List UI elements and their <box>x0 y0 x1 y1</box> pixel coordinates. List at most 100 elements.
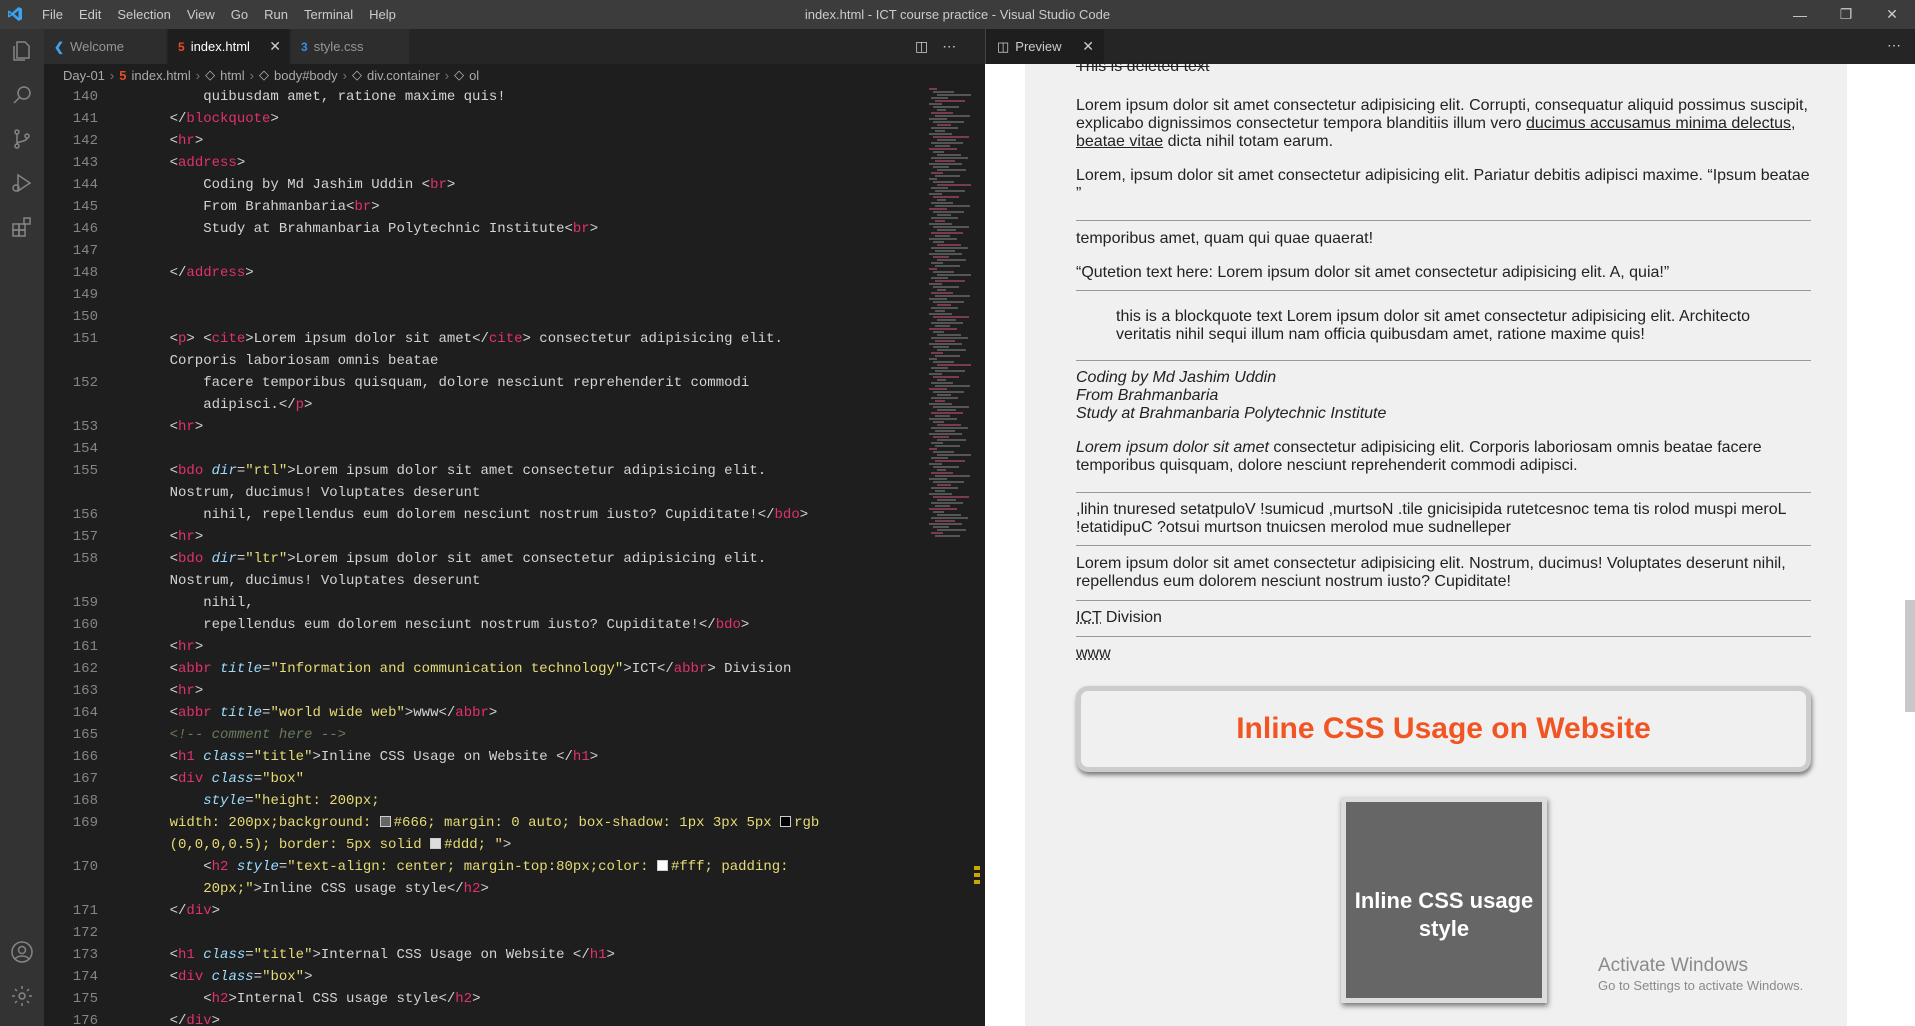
activation-watermark: Activate Windows Go to Settings to activ… <box>1598 955 1804 993</box>
breadcrumb-file[interactable]: index.html <box>132 68 191 83</box>
minimap-line <box>933 136 969 138</box>
tab-index-html[interactable]: 5 index.html ✕ <box>168 29 290 64</box>
minimap-line <box>931 532 943 534</box>
minimap-line <box>935 445 960 447</box>
account-icon[interactable] <box>0 930 44 974</box>
minimap-line <box>929 193 942 195</box>
minimap-line <box>933 211 964 213</box>
extensions-icon[interactable] <box>0 205 44 249</box>
minimap-line <box>935 310 945 312</box>
activity-bar <box>0 29 44 1026</box>
menu-item[interactable]: Go <box>223 0 256 29</box>
minimap-line <box>931 487 958 489</box>
menu-item[interactable]: Edit <box>71 0 109 29</box>
close-window-icon[interactable]: ✕ <box>1869 0 1915 29</box>
search-icon[interactable] <box>0 73 44 117</box>
line-number: 142 <box>72 133 98 149</box>
minimize-icon[interactable]: — <box>1777 0 1823 29</box>
minimap-line <box>929 523 962 525</box>
minimap-line <box>937 424 961 426</box>
breadcrumb-html[interactable]: html <box>220 68 245 83</box>
minimap-line <box>935 490 945 492</box>
source-control-icon[interactable] <box>0 117 44 161</box>
menu-item[interactable]: Help <box>361 0 404 29</box>
minimap-line <box>937 529 966 531</box>
run-debug-icon[interactable] <box>0 161 44 205</box>
code-line: </div> <box>136 903 221 919</box>
minimap-line <box>929 463 942 465</box>
more-actions-icon[interactable]: ⋯ <box>1887 37 1901 54</box>
menu-item[interactable]: Selection <box>109 0 178 29</box>
minimap-line <box>937 94 971 96</box>
minimap-line <box>935 205 970 207</box>
minimap-line <box>935 340 955 342</box>
minimap-line <box>929 478 947 480</box>
minimap-line <box>937 199 946 201</box>
tab-welcome[interactable]: ❮ Welcome <box>44 29 167 64</box>
line-number: 160 <box>72 617 98 633</box>
restore-icon[interactable]: ❐ <box>1823 0 1869 29</box>
minimap-line <box>933 226 969 228</box>
minimap-line <box>935 415 950 417</box>
minimap-line <box>931 232 963 234</box>
menu-item[interactable]: Terminal <box>296 0 361 29</box>
line-number: 165 <box>72 727 98 743</box>
minimap-line <box>931 517 968 519</box>
minimap-line <box>933 241 944 243</box>
minimap-line <box>931 322 963 324</box>
split-editor-icon[interactable]: ◫ <box>915 38 928 55</box>
minimap-line <box>929 103 942 105</box>
minimap-line <box>933 151 944 153</box>
minimap-line <box>935 430 955 432</box>
vscode-logo-icon <box>8 7 22 21</box>
minimap-line <box>931 97 948 99</box>
code-editor[interactable]: 140 141 142 143 144 145 146 147 148 149 150 151 152 1… <box>44 86 985 1026</box>
breadcrumb-ol[interactable]: ol <box>469 68 479 83</box>
minimap-line <box>937 214 951 216</box>
minimap-line <box>929 403 952 405</box>
line-number: 166 <box>72 749 98 765</box>
breadcrumb: Day-01 › 5 index.html › ◇ html › ◇ body#body ›… <box>44 64 985 86</box>
minimap-line <box>933 511 944 513</box>
line-number: 145 <box>72 199 98 215</box>
code-line: quibusdam amet, ratione maxime quis! <box>136 89 506 105</box>
minimap-line <box>931 367 948 369</box>
line-number: 170 <box>72 859 98 875</box>
breadcrumb-body[interactable]: body#body <box>274 68 338 83</box>
code-line: <h1 class="title">Internal CSS Usage on … <box>136 947 615 963</box>
menu-item[interactable]: Run <box>256 0 296 29</box>
minimap-line <box>929 253 962 255</box>
warning-marker-icon <box>974 866 980 888</box>
tab-style-css[interactable]: 3 style.css <box>291 29 410 64</box>
minimap-line <box>933 91 954 93</box>
settings-gear-icon[interactable] <box>0 974 44 1018</box>
explorer-icon[interactable] <box>0 29 44 73</box>
line-number: 158 <box>72 551 98 567</box>
code-area[interactable]: quibusdam amet, ratione maxime quis! </b… <box>136 86 926 1026</box>
preview-scrollbar[interactable] <box>1905 600 1915 712</box>
code-line: Nostrum, ducimus! Voluptates deserunt <box>136 573 481 589</box>
code-line: adipisci.</p> <box>136 397 313 413</box>
minimap-line <box>933 391 964 393</box>
minimap-line <box>937 349 966 351</box>
close-icon[interactable]: ✕ <box>1082 38 1094 55</box>
close-icon[interactable]: ✕ <box>269 38 281 55</box>
line-number: 161 <box>72 639 98 655</box>
more-actions-icon[interactable]: ⋯ <box>942 38 956 55</box>
minimap-line <box>937 244 961 246</box>
element-icon: ◇ <box>259 67 269 82</box>
line-number: 143 <box>72 155 98 171</box>
minimap-line <box>929 283 942 285</box>
line-number: 144 <box>72 177 98 193</box>
line-number: 175 <box>72 991 98 1007</box>
deleted-text: This is deleted text <box>1076 58 1210 75</box>
menu-item[interactable]: View <box>179 0 223 29</box>
minimap-line <box>929 388 947 390</box>
breadcrumb-div[interactable]: div.container <box>367 68 440 83</box>
menu-item[interactable]: File <box>34 0 71 29</box>
minimap-line <box>935 175 960 177</box>
minimap-line <box>935 145 950 147</box>
breadcrumb-folder[interactable]: Day-01 <box>63 68 105 83</box>
line-number: 150 <box>72 309 98 325</box>
minimap-line <box>931 157 968 159</box>
